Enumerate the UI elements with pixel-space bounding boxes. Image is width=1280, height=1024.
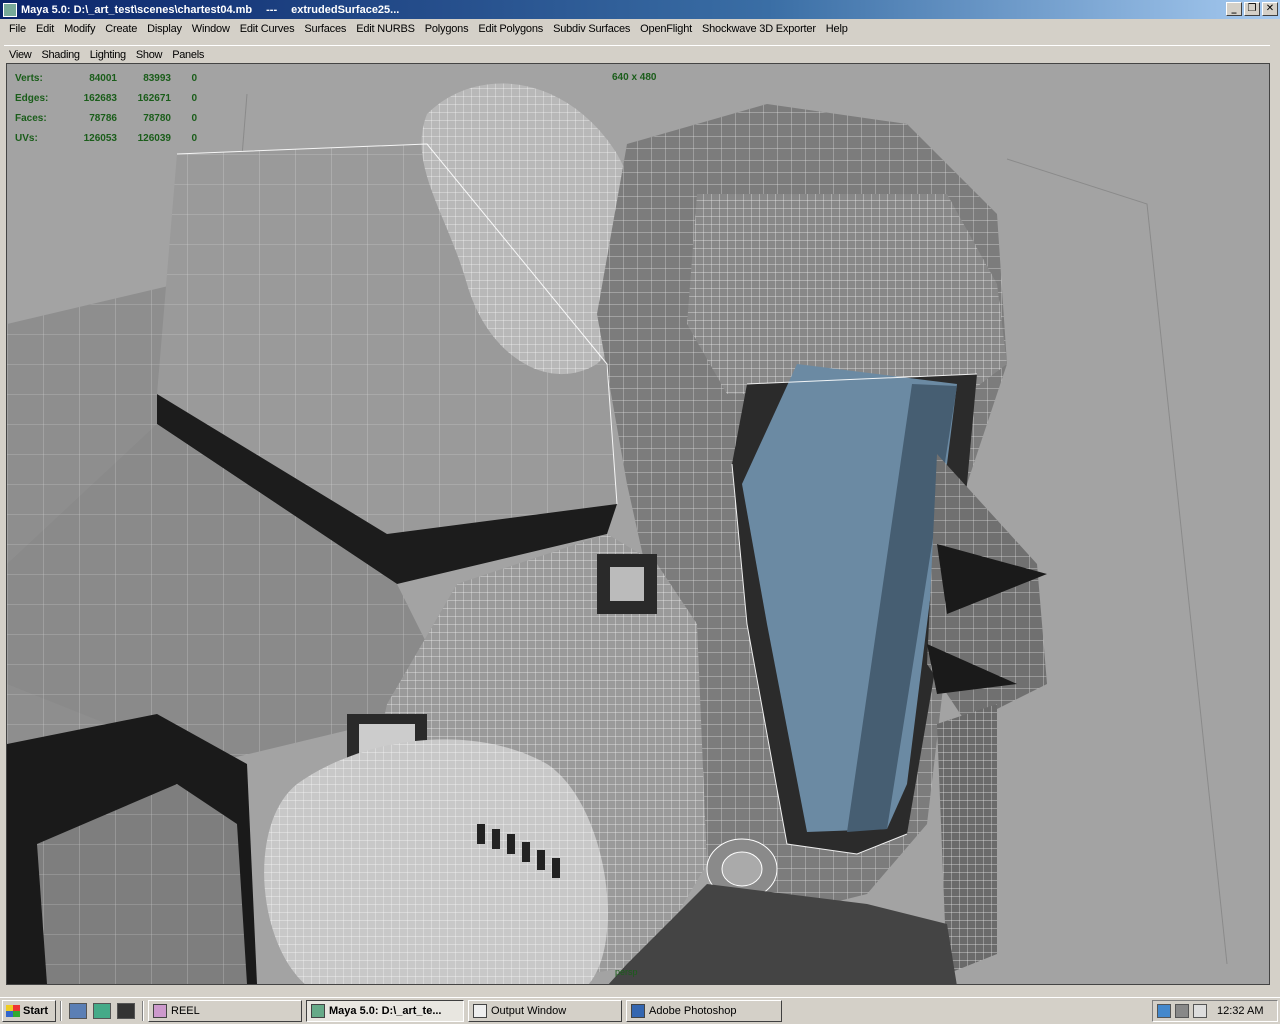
hud-row-edges: Edges: 162683 162671 0 bbox=[15, 88, 201, 108]
maya-app-icon[interactable] bbox=[3, 2, 17, 17]
perspective-viewport[interactable]: Verts: 84001 83993 0 Edges: 162683 16267… bbox=[6, 63, 1270, 985]
panel-menu-panels[interactable]: Panels bbox=[167, 49, 209, 61]
hud-value: 0 bbox=[191, 112, 197, 124]
menu-edit-curves[interactable]: Edit Curves bbox=[235, 23, 300, 35]
menu-help[interactable]: Help bbox=[821, 23, 853, 35]
menu-surfaces[interactable]: Surfaces bbox=[299, 23, 351, 35]
menu-file[interactable]: File bbox=[4, 23, 31, 35]
menu-window[interactable]: Window bbox=[187, 23, 235, 35]
start-label: Start bbox=[23, 1005, 49, 1017]
panel-menu-bar: View Shading Lighting Show Panels bbox=[4, 45, 1270, 63]
minimize-button[interactable]: _ bbox=[1226, 2, 1242, 16]
camera-name-label: persp bbox=[615, 967, 638, 977]
taskbar-button-reel[interactable]: REEL bbox=[148, 1000, 302, 1022]
command-prompt-icon[interactable] bbox=[117, 1003, 135, 1019]
menu-edit-nurbs[interactable]: Edit NURBS bbox=[351, 23, 420, 35]
hud-value: 83993 bbox=[143, 72, 171, 84]
outlook-express-icon[interactable] bbox=[69, 1003, 87, 1019]
hud-value: 0 bbox=[191, 132, 197, 144]
resolution-gate-label: 640 x 480 bbox=[612, 72, 657, 83]
menu-openflight[interactable]: OpenFlight bbox=[635, 23, 697, 35]
menu-edit[interactable]: Edit bbox=[31, 23, 59, 35]
main-menu-bar: File Edit Modify Create Display Window E… bbox=[0, 19, 1280, 38]
close-button[interactable]: ✕ bbox=[1262, 2, 1278, 16]
hud-row-faces: Faces: 78786 78780 0 bbox=[15, 108, 201, 128]
hud-value: 84001 bbox=[89, 72, 117, 84]
hud-row-verts: Verts: 84001 83993 0 bbox=[15, 68, 201, 88]
task-label: Maya 5.0: D:\_art_te... bbox=[329, 1005, 442, 1017]
monitor-icon[interactable] bbox=[1193, 1004, 1207, 1018]
task-label: REEL bbox=[171, 1005, 200, 1017]
taskbar-button-output-window[interactable]: Output Window bbox=[468, 1000, 622, 1022]
hud-row-uvs: UVs: 126053 126039 0 bbox=[15, 128, 201, 148]
clock[interactable]: 12:32 AM bbox=[1217, 1005, 1263, 1017]
restore-button[interactable]: ❐ bbox=[1244, 2, 1260, 16]
maya-icon bbox=[311, 1004, 325, 1018]
hud-label: UVs: bbox=[15, 132, 38, 144]
task-label: Output Window bbox=[491, 1005, 567, 1017]
network-icon[interactable] bbox=[1157, 1004, 1171, 1018]
hud-label: Faces: bbox=[15, 112, 47, 124]
desktop-icon[interactable] bbox=[93, 1003, 111, 1019]
taskbar-button-photoshop[interactable]: Adobe Photoshop bbox=[626, 1000, 782, 1022]
menu-polygons[interactable]: Polygons bbox=[420, 23, 474, 35]
hud-label: Edges: bbox=[15, 92, 49, 104]
taskbar-button-maya[interactable]: Maya 5.0: D:\_art_te... bbox=[306, 1000, 464, 1022]
window-title: Maya 5.0: D:\_art_test\scenes\chartest04… bbox=[21, 3, 253, 16]
hud-value: 162683 bbox=[83, 92, 117, 104]
output-window-icon bbox=[473, 1004, 487, 1018]
hud-value: 78780 bbox=[143, 112, 171, 124]
hud-value: 0 bbox=[191, 72, 197, 84]
panel-menu-view[interactable]: View bbox=[4, 49, 36, 61]
menu-create[interactable]: Create bbox=[100, 23, 142, 35]
windows-taskbar: Start REEL Maya 5.0: D:\_art_te... Outpu… bbox=[0, 997, 1280, 1024]
window-title-separator: --- bbox=[266, 3, 278, 16]
panel-menu-shading[interactable]: Shading bbox=[36, 49, 84, 61]
task-label: Adobe Photoshop bbox=[649, 1005, 737, 1017]
hud-value: 0 bbox=[191, 92, 197, 104]
menu-modify[interactable]: Modify bbox=[59, 23, 100, 35]
hud-value: 126039 bbox=[137, 132, 171, 144]
hud-value: 78786 bbox=[89, 112, 117, 124]
menu-display[interactable]: Display bbox=[142, 23, 187, 35]
start-button[interactable]: Start bbox=[2, 1000, 56, 1022]
hud-label: Verts: bbox=[15, 72, 43, 84]
menu-edit-polygons[interactable]: Edit Polygons bbox=[473, 23, 548, 35]
menu-shockwave-exporter[interactable]: Shockwave 3D Exporter bbox=[697, 23, 821, 35]
system-tray: 12:32 AM bbox=[1152, 1000, 1278, 1022]
title-bar[interactable]: Maya 5.0: D:\_art_test\scenes\chartest04… bbox=[0, 0, 1280, 19]
speaker-icon[interactable] bbox=[1175, 1004, 1189, 1018]
hud-value: 126053 bbox=[83, 132, 117, 144]
wireframe-model bbox=[7, 83, 1228, 984]
hud-value: 162671 bbox=[137, 92, 171, 104]
poly-count-hud: Verts: 84001 83993 0 Edges: 162683 16267… bbox=[15, 68, 201, 148]
panel-menu-show[interactable]: Show bbox=[131, 49, 167, 61]
windows-logo-icon bbox=[6, 1005, 20, 1017]
window-title-object: extrudedSurface25... bbox=[291, 3, 400, 16]
panel-menu-lighting[interactable]: Lighting bbox=[85, 49, 131, 61]
photoshop-icon bbox=[631, 1004, 645, 1018]
folder-icon bbox=[153, 1004, 167, 1018]
menu-subdiv-surfaces[interactable]: Subdiv Surfaces bbox=[548, 23, 635, 35]
